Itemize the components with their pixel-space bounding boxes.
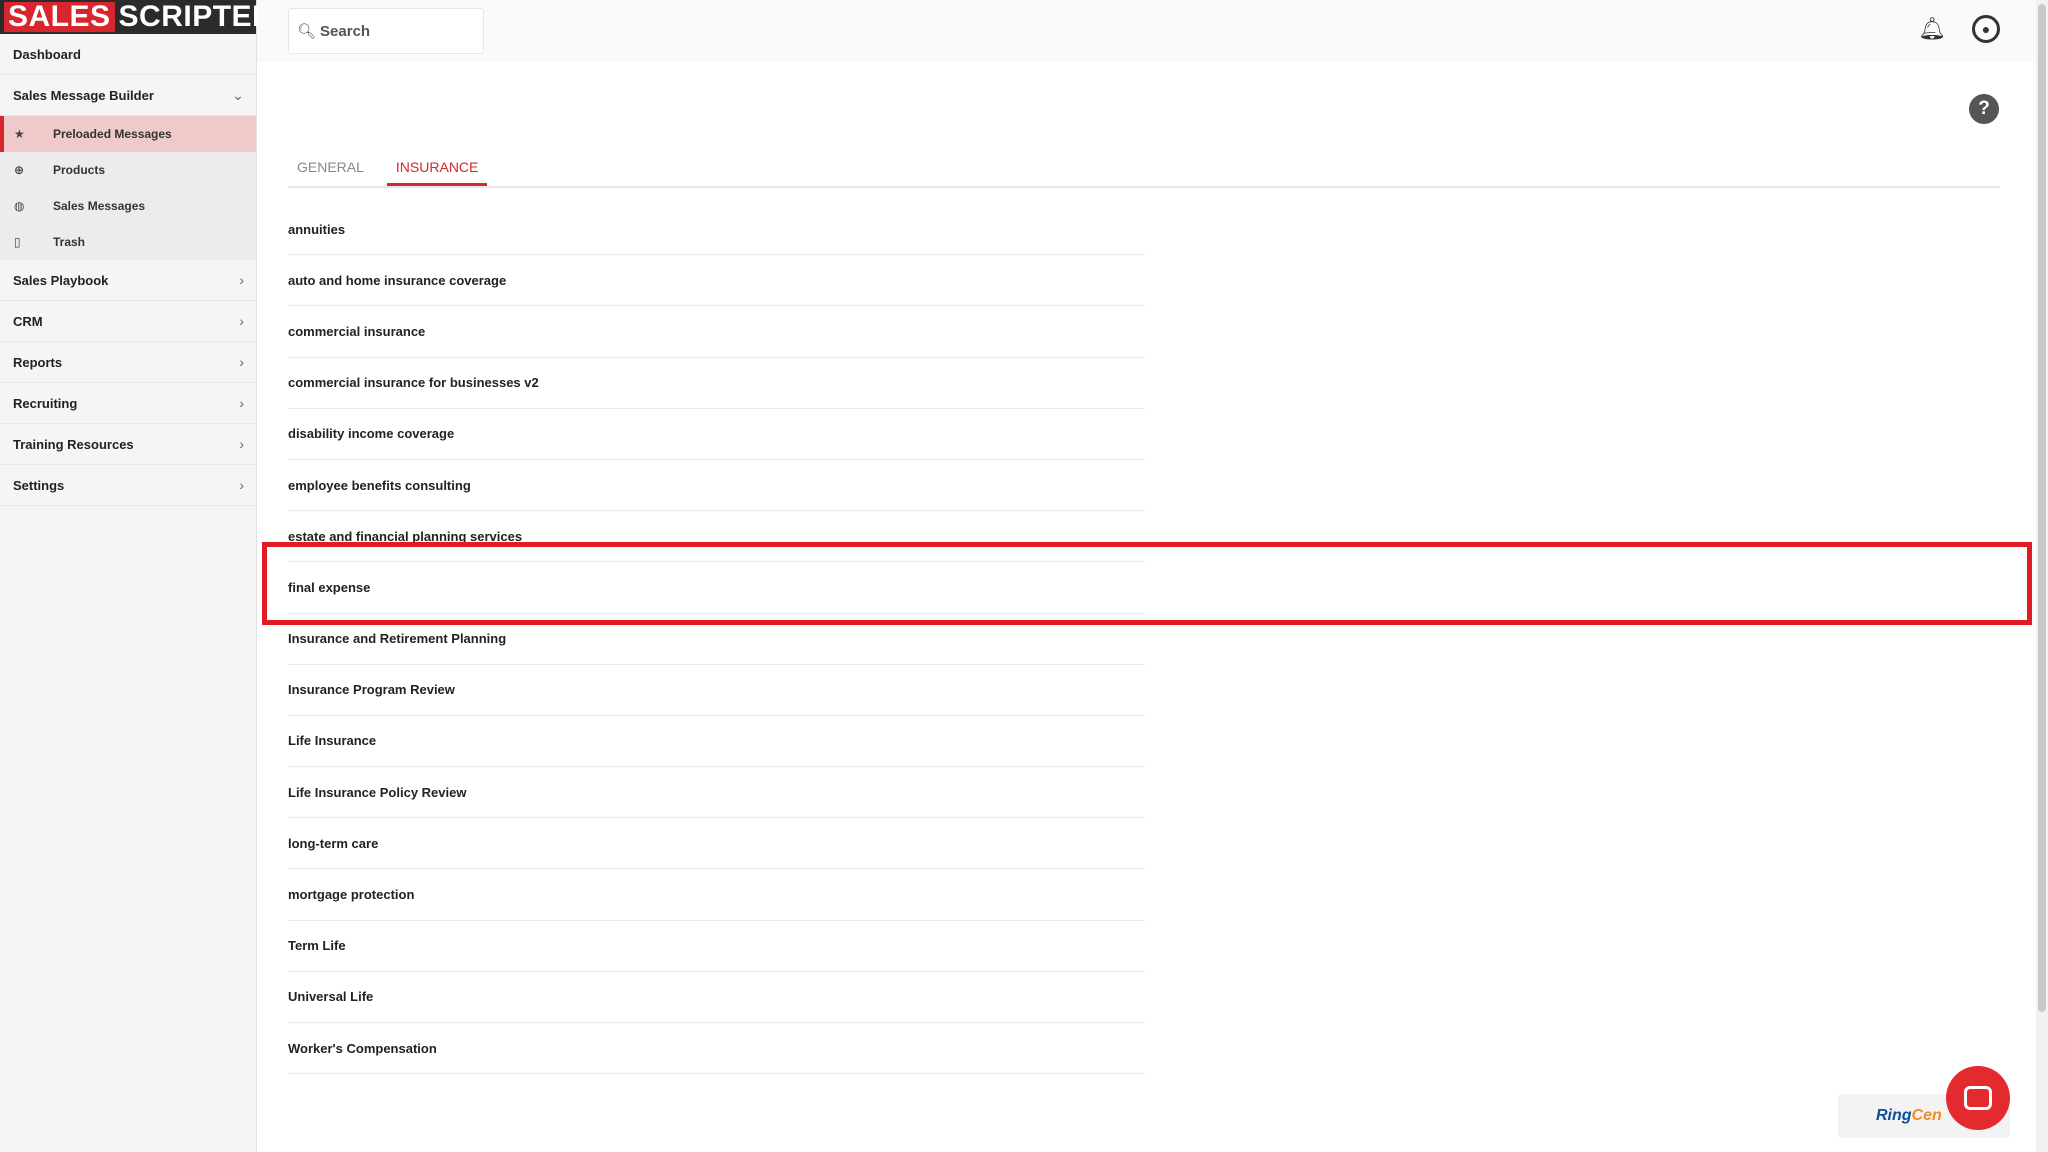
sidebar-item-label: Sales Playbook — [13, 272, 109, 288]
sidebar-item-sales-message-builder[interactable]: Sales Message Builder ⌄ — [0, 75, 256, 116]
globe-icon: ⊕ — [14, 163, 25, 177]
list-item-final-expense[interactable]: final expense — [288, 562, 1145, 614]
chevron-down-icon: ⌄ — [232, 86, 244, 103]
list-item[interactable]: Insurance Program Review — [288, 665, 1145, 716]
message-icon: ◍ — [14, 199, 25, 213]
list-item[interactable]: commercial insurance — [288, 306, 1145, 358]
list-item[interactable]: Universal Life — [288, 972, 1145, 1023]
search-box[interactable]: 🔍︎ — [288, 8, 484, 54]
logo-scripter-text: SCRIPTER — [118, 0, 275, 33]
preloaded-message-list: annuities auto and home insurance covera… — [288, 204, 1145, 1075]
sidebar-item-recruiting[interactable]: Recruiting › — [0, 383, 256, 424]
logo-sales-text: SALES — [4, 2, 115, 32]
chevron-right-icon: › — [239, 477, 244, 493]
sidebar-item-label: Products — [53, 163, 106, 177]
sidebar-item-label: Recruiting — [13, 395, 78, 411]
sidebar-item-crm[interactable]: CRM › — [0, 301, 256, 342]
sidebar-item-trash[interactable]: ▯ Trash — [0, 224, 256, 260]
list-item[interactable]: commercial insurance for businesses v2 — [288, 358, 1145, 409]
list-item[interactable]: employee benefits consulting — [288, 460, 1145, 512]
sidebar-item-label: Reports — [13, 354, 63, 370]
trash-icon: ▯ — [14, 235, 21, 249]
star-icon: ★ — [14, 127, 25, 141]
chevron-right-icon: › — [239, 313, 244, 329]
list-item[interactable]: Life Insurance Policy Review — [288, 767, 1145, 819]
sidebar-item-label: Training Resources — [13, 436, 134, 452]
list-item[interactable]: Term Life — [288, 921, 1145, 972]
chevron-right-icon: › — [239, 272, 244, 288]
sidebar-item-label: CRM — [13, 313, 43, 329]
chevron-right-icon: › — [239, 436, 244, 452]
list-item[interactable]: Insurance and Retirement Planning — [288, 614, 1145, 665]
sidebar-item-settings[interactable]: Settings › — [0, 465, 256, 506]
sidebar-item-reports[interactable]: Reports › — [0, 342, 256, 383]
sidebar-item-label: Sales Messages — [53, 199, 146, 213]
list-item[interactable]: Life Insurance — [288, 716, 1145, 768]
chat-icon — [1964, 1086, 1992, 1110]
top-bar: 🔍︎ 🔔︎ ● — [257, 0, 2036, 62]
list-item[interactable]: long-term care — [288, 818, 1145, 870]
sidebar-item-label: Trash — [53, 235, 86, 249]
sidebar-item-dashboard[interactable]: Dashboard — [0, 34, 256, 75]
sales-scripter-logo[interactable]: SALES SCRIPTER — [0, 0, 274, 34]
sidebar-item-sales-playbook[interactable]: Sales Playbook › — [0, 260, 256, 301]
tab-general[interactable]: GENERAL — [288, 150, 373, 186]
sales-message-builder-submenu: ★ Preloaded Messages ⊕ Products ◍ Sales … — [0, 116, 256, 260]
list-item[interactable]: estate and financial planning services — [288, 511, 1145, 563]
list-item[interactable]: disability income coverage — [288, 409, 1145, 460]
list-item[interactable]: mortgage protection — [288, 869, 1145, 921]
sidebar-item-label: Sales Message Builder — [13, 87, 154, 103]
bell-icon[interactable]: 🔔︎ — [1918, 16, 1946, 42]
ringcentral-label: Ring — [1876, 1107, 1912, 1124]
list-item[interactable]: annuities — [288, 204, 1145, 256]
chevron-right-icon: › — [239, 354, 244, 370]
tab-bar: GENERAL INSURANCE — [288, 150, 2000, 188]
sidebar-item-label: Preloaded Messages — [53, 127, 172, 141]
sidebar-item-sales-messages[interactable]: ◍ Sales Messages — [0, 188, 256, 224]
sidebar-item-preloaded-messages[interactable]: ★ Preloaded Messages — [0, 116, 256, 152]
tab-insurance[interactable]: INSURANCE — [386, 150, 488, 186]
sidebar: SALES SCRIPTER Dashboard Sales Message B… — [0, 0, 274, 1152]
search-icon: 🔍︎ — [297, 23, 317, 40]
scrollbar[interactable] — [2036, 0, 2048, 1152]
search-input[interactable] — [320, 22, 471, 40]
help-icon[interactable]: ? — [1969, 94, 1999, 124]
list-item[interactable]: auto and home insurance coverage — [288, 255, 1145, 307]
sidebar-item-training-resources[interactable]: Training Resources › — [0, 424, 256, 465]
chat-launcher-button[interactable] — [1946, 1066, 2010, 1130]
sidebar-item-label: Settings — [13, 477, 65, 493]
sidebar-item-label: Dashboard — [13, 46, 81, 62]
account-circle-icon[interactable]: ● — [1972, 15, 2000, 43]
ringcentral-label-accent: Cen — [1911, 1107, 1942, 1124]
scrollbar-thumb[interactable] — [2038, 4, 2046, 1012]
sidebar-item-products[interactable]: ⊕ Products — [0, 152, 256, 188]
list-item[interactable]: Worker's Compensation — [288, 1023, 1145, 1075]
chevron-right-icon: › — [239, 395, 244, 411]
